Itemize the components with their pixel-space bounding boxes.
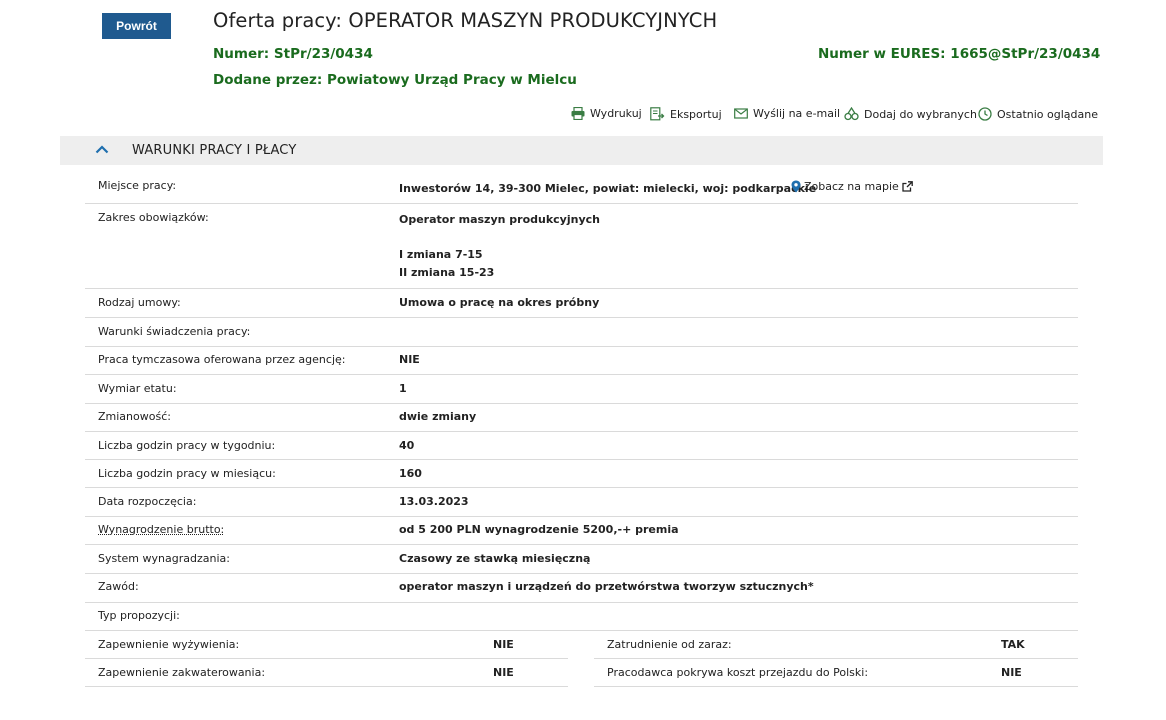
export-icon xyxy=(650,107,665,121)
email-label: Wyślij na e-mail xyxy=(753,107,841,120)
eures-number-label: Numer w EURES: xyxy=(818,46,946,62)
detail-row: Typ propozycji: xyxy=(85,603,1078,631)
detail-label: Miejsce pracy: xyxy=(98,179,177,192)
detail-label: Zapewnienie zakwaterowania: xyxy=(98,666,266,679)
email-link[interactable]: Wyślij na e-mail xyxy=(734,107,840,120)
added-by: Dodane przez: Powiatowy Urząd Pracy w Mi… xyxy=(213,72,577,88)
detail-value: NIE xyxy=(493,638,514,651)
detail-label: Rodzaj umowy: xyxy=(98,296,181,309)
favorite-label: Dodaj do wybranych xyxy=(864,107,977,121)
detail-row: Wymiar etatu: 1 xyxy=(85,375,1078,404)
envelope-icon xyxy=(734,108,748,119)
duty-line: II zmiana 15-23 xyxy=(399,265,495,279)
detail-label: Zatrudnienie od zaraz: xyxy=(607,638,732,651)
added-by-value: Powiatowy Urząd Pracy w Mielcu xyxy=(327,72,577,88)
map-link-label: Zobacz na mapie xyxy=(804,180,899,193)
recent-label: Ostatnio oglądane xyxy=(997,107,1098,121)
detail-label: Data rozpoczęcia: xyxy=(98,495,197,508)
detail-value: dwie zmiany xyxy=(399,410,477,423)
detail-label: Zmianowość: xyxy=(98,410,171,423)
detail-row: Zawód: operator maszyn i urządzeń do prz… xyxy=(85,574,1078,603)
detail-value: 13.03.2023 xyxy=(399,495,469,508)
detail-row: Miejsce pracy: Inwestorów 14, 39-300 Mie… xyxy=(85,173,1078,204)
external-link-icon xyxy=(902,181,913,192)
detail-value: Umowa o pracę na okres próbny xyxy=(399,296,600,309)
export-link[interactable]: Eksportuj xyxy=(650,107,722,121)
printer-icon xyxy=(571,107,585,120)
detail-label: Praca tymczasowa oferowana przez agencję… xyxy=(98,353,346,366)
detail-label: Liczba godzin pracy w miesiącu: xyxy=(98,467,276,480)
detail-row: Zapewnienie zakwaterowania: NIE xyxy=(85,659,568,687)
detail-row: Wynagrodzenie brutto: od 5 200 PLN wynag… xyxy=(85,517,1078,545)
offer-number-label: Numer: xyxy=(213,46,270,62)
detail-label: Warunki świadczenia pracy: xyxy=(98,325,251,338)
detail-row: Zakres obowiązków: Operator maszyn produ… xyxy=(85,204,1078,289)
back-button[interactable]: Powrót xyxy=(102,13,171,39)
detail-row: Pracodawca pokrywa koszt przejazdu do Po… xyxy=(594,659,1078,687)
detail-value: Operator maszyn produkcyjnych I zmiana 7… xyxy=(399,211,600,281)
clock-icon xyxy=(978,107,992,121)
export-label: Eksportuj xyxy=(670,107,722,121)
detail-value: Inwestorów 14, 39-300 Mielec, powiat: mi… xyxy=(399,182,817,195)
offer-number: Numer: StPr/23/0434 xyxy=(213,46,373,62)
detail-value: operator maszyn i urządzeń do przetwórst… xyxy=(399,580,814,593)
detail-label: Typ propozycji: xyxy=(98,609,180,622)
section-toggle[interactable]: WARUNKI PRACY I PŁACY xyxy=(60,136,1103,165)
recent-link[interactable]: Ostatnio oglądane xyxy=(978,107,1098,121)
detail-label: System wynagradzania: xyxy=(98,552,230,565)
offer-number-value: StPr/23/0434 xyxy=(273,46,373,62)
detail-value: 40 xyxy=(399,439,415,452)
eures-number: Numer w EURES: 1665@StPr/23/0434 xyxy=(818,46,1100,62)
salary-label-tooltip[interactable]: Wynagrodzenie brutto: xyxy=(98,523,224,536)
detail-row: Zatrudnienie od zaraz: TAK xyxy=(594,631,1078,659)
duty-line: Operator maszyn produkcyjnych xyxy=(399,213,600,226)
detail-row: Data rozpoczęcia: 13.03.2023 xyxy=(85,488,1078,517)
detail-value: NIE xyxy=(1001,666,1022,679)
action-bar: Wydrukuj Eksportuj Wyślij na e-mail Doda… xyxy=(0,107,1166,125)
print-label: Wydrukuj xyxy=(590,107,642,120)
favorite-link[interactable]: Dodaj do wybranych xyxy=(844,107,977,121)
detail-label: Zapewnienie wyżywienia: xyxy=(98,638,240,651)
added-by-label: Dodane przez: xyxy=(213,72,323,88)
detail-label: Zawód: xyxy=(98,580,139,593)
detail-label: Liczba godzin pracy w tygodniu: xyxy=(98,439,276,452)
detail-value: Czasowy ze stawką miesięczną xyxy=(399,552,591,565)
map-pin-icon xyxy=(791,180,801,193)
page-title: Oferta pracy: OPERATOR MASZYN PRODUKCYJN… xyxy=(213,9,718,32)
detail-row: Warunki świadczenia pracy: xyxy=(85,318,1078,347)
detail-label: Zakres obowiązków: xyxy=(98,211,209,224)
detail-row: Liczba godzin pracy w miesiącu: 160 xyxy=(85,460,1078,488)
detail-label: Pracodawca pokrywa koszt przejazdu do Po… xyxy=(607,666,869,679)
add-favorite-icon xyxy=(844,107,859,121)
detail-row: Rodzaj umowy: Umowa o pracę na okres pró… xyxy=(85,289,1078,318)
print-link[interactable]: Wydrukuj xyxy=(571,107,642,120)
map-link[interactable]: Zobacz na mapie xyxy=(788,180,916,193)
detail-value: NIE xyxy=(399,353,420,366)
detail-row: Zapewnienie wyżywienia: NIE xyxy=(85,631,568,659)
detail-row: System wynagradzania: Czasowy ze stawką … xyxy=(85,545,1078,574)
duty-line: I zmiana 7-15 xyxy=(399,248,483,261)
detail-value: 160 xyxy=(399,467,422,480)
chevron-up-icon xyxy=(95,145,109,154)
detail-label: Wymiar etatu: xyxy=(98,382,177,395)
eures-number-value: 1665@StPr/23/0434 xyxy=(950,46,1101,62)
detail-value: TAK xyxy=(1001,638,1025,651)
detail-row: Praca tymczasowa oferowana przez agencję… xyxy=(85,347,1078,375)
detail-value: od 5 200 PLN wynagrodzenie 5200,-+ premi… xyxy=(399,523,679,536)
section-title: WARUNKI PRACY I PŁACY xyxy=(132,143,297,158)
detail-row: Zmianowość: dwie zmiany xyxy=(85,404,1078,432)
detail-row: Liczba godzin pracy w tygodniu: 40 xyxy=(85,432,1078,460)
detail-value: NIE xyxy=(493,666,514,679)
detail-value: 1 xyxy=(399,382,407,395)
